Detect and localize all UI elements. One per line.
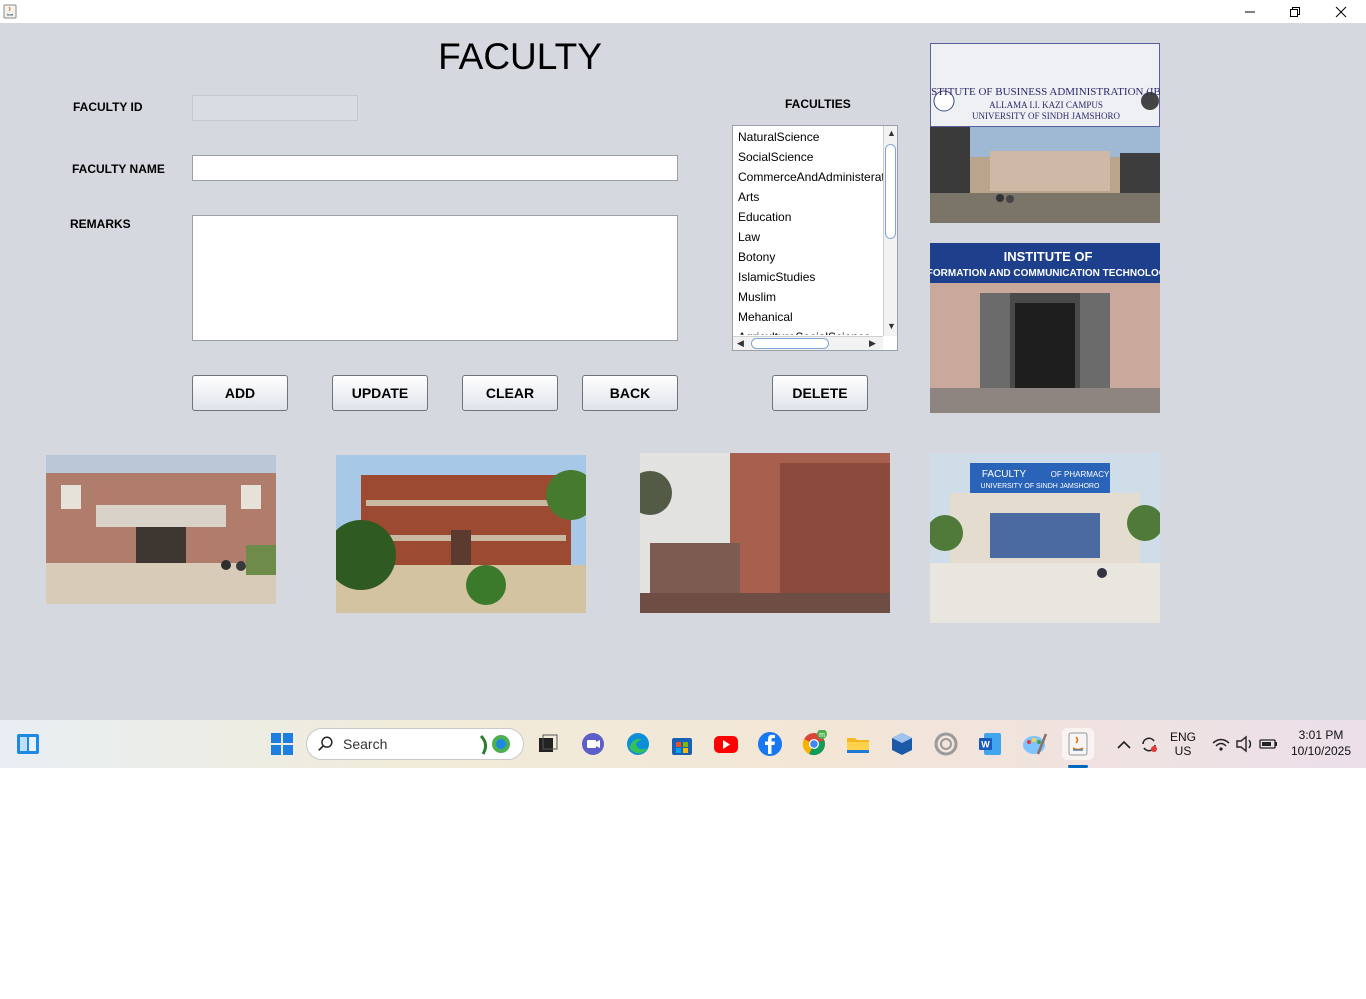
active-app-indicator [1068,765,1088,768]
title-bar [0,0,1366,23]
search-highlight-icon [479,734,510,755]
faculty-name-input[interactable] [193,156,677,180]
list-item[interactable]: Law [733,227,883,247]
clock[interactable]: 3:01 PM 10/10/2025 [1286,728,1356,758]
update-button[interactable]: UPDATE [332,375,428,411]
chrome-badge: m [819,732,825,739]
vertical-scrollbar[interactable]: ▲ ▼ [883,126,897,336]
minimize-button[interactable] [1227,0,1273,23]
pharmacy-sign-line3: UNIVERSITY OF SINDH JAMSHORO [981,483,1100,490]
list-item[interactable]: CommerceAndAdministeration [733,167,883,187]
faculty-id-field [192,95,358,121]
iba-sign-line2: ALLAMA I.I. KAZI CAMPUS [989,100,1103,110]
list-item[interactable]: NaturalScience [733,127,883,147]
sync-icon[interactable] [1138,730,1160,758]
faculties-list[interactable]: NaturalScience SocialScience CommerceAnd… [732,125,898,351]
iba-campus-photo: INSTITUTE OF BUSINESS ADMINISTRATION (IB… [930,43,1160,223]
list-item[interactable]: AgricultureSocialScience [733,327,883,335]
clock-time: 3:01 PM [1298,728,1344,742]
pharmacy-sign-line1: FACULTY [982,469,1027,480]
java-app-icon[interactable] [1062,728,1094,760]
clear-button[interactable]: CLEAR [462,375,558,411]
pharmacy-faculty-photo: FACULTY OF PHARMACY UNIVERSITY OF SINDH … [930,453,1160,623]
volume-icon[interactable] [1234,730,1256,758]
task-view-icon[interactable] [534,730,562,758]
iba-sign-line1: INSTITUTE OF BUSINESS ADMINISTRATION (IB… [930,86,1160,98]
list-item[interactable]: SocialScience [733,147,883,167]
iict-sign-line2: INFORMATION AND COMMUNICATION TECHNOLOGY [930,268,1160,279]
battery-icon[interactable] [1258,730,1280,758]
horizontal-scroll-thumb[interactable] [751,338,829,349]
list-item[interactable]: Education [733,207,883,227]
facebook-icon[interactable] [756,730,784,758]
store-icon[interactable] [668,730,696,758]
chevron-up-icon[interactable] [1114,730,1134,758]
faculty-id-input [193,96,357,120]
widgets-icon[interactable] [14,730,42,758]
list-item[interactable]: Arts [733,187,883,207]
back-button[interactable]: BACK [582,375,678,411]
faculty-name-field[interactable] [192,155,678,181]
cortana-icon[interactable] [932,730,960,758]
language-code: ENG [1169,730,1196,744]
brick-building-photo [336,455,586,613]
faculties-heading: FACULTIES [785,97,851,111]
scroll-left-icon[interactable]: ◀ [737,338,744,349]
arts-design-photo [46,455,276,604]
close-button[interactable] [1318,0,1364,23]
wifi-icon[interactable] [1210,730,1232,758]
faculty-name-label: FACULTY NAME [72,162,165,176]
scroll-up-icon[interactable]: ▲ [887,128,896,138]
list-item[interactable]: IslamicStudies [733,267,883,287]
restore-button[interactable] [1272,0,1318,23]
scroll-down-icon[interactable]: ▼ [887,321,896,331]
paint-icon[interactable] [1020,730,1048,758]
teams-chat-icon[interactable] [579,730,607,758]
list-item[interactable]: Mehanical [733,307,883,327]
word-icon[interactable]: W [976,730,1004,758]
delete-button[interactable]: DELETE [772,375,868,411]
iba-sign-line3: UNIVERSITY OF SINDH JAMSHORO [972,111,1120,121]
remarks-field[interactable] [192,215,678,341]
scroll-right-icon[interactable]: ▶ [869,338,876,349]
iict-sign-line1: INSTITUTE OF [1004,249,1093,264]
remarks-label: REMARKS [70,217,131,231]
faculty-id-label: FACULTY ID [73,100,143,114]
page-title: FACULTY [438,36,602,77]
list-item[interactable]: Botony [733,247,883,267]
file-explorer-icon[interactable] [844,730,872,758]
clock-date: 10/10/2025 [1290,744,1352,758]
taskbar-search[interactable]: Search [306,728,524,760]
pharmacy-sign-line2: OF PHARMACY [1051,470,1110,479]
list-item[interactable]: Muslim [733,287,883,307]
stone-building-photo [640,453,890,613]
search-placeholder: Search [343,736,388,752]
edge-icon[interactable] [624,730,652,758]
add-button[interactable]: ADD [192,375,288,411]
iict-building-photo: INSTITUTE OF INFORMATION AND COMMUNICATI… [930,243,1160,413]
language-indicator[interactable]: ENG US [1166,730,1200,758]
chrome-icon[interactable]: m [800,729,828,758]
youtube-icon[interactable] [712,730,740,758]
java-icon [3,3,17,19]
horizontal-scrollbar[interactable]: ◀ ▶ [733,336,883,350]
virtualbox-icon[interactable] [888,730,916,758]
faculty-window: FACULTY FACULTY ID FACULTY NAME REMARKS … [0,0,1366,720]
start-icon[interactable] [268,730,296,758]
taskbar: Search m W ENG US 3:01 PM 10/10/2025 [0,720,1366,768]
search-icon [318,736,333,751]
vertical-scroll-thumb[interactable] [885,144,896,239]
svg-text:W: W [981,740,990,750]
remarks-textarea[interactable] [193,216,677,340]
region-code: US [1174,744,1192,758]
faculties-list-items: NaturalScience SocialScience CommerceAnd… [733,127,883,335]
